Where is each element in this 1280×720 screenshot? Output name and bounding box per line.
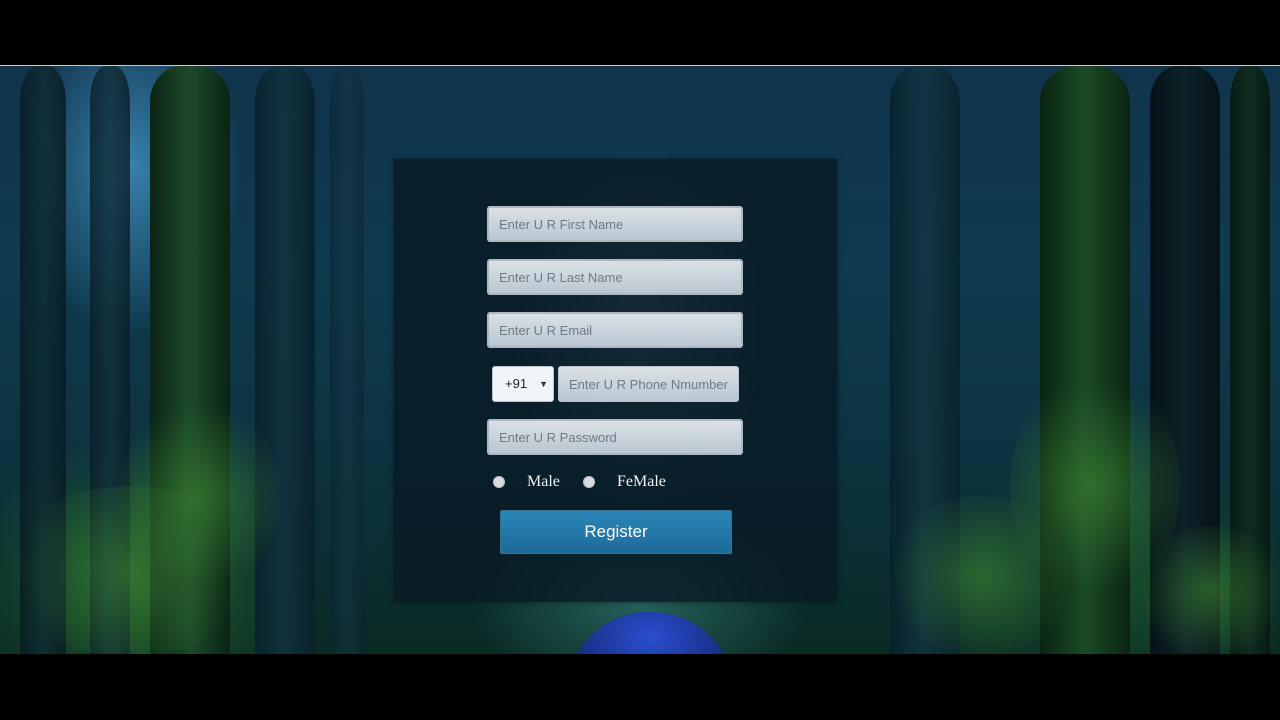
register-button[interactable]: Register: [500, 510, 732, 554]
male-radio[interactable]: [493, 476, 505, 488]
tree-trunk: [255, 66, 315, 654]
registration-form: +91 ▼ Male FeMale Register: [394, 159, 837, 602]
last-name-input[interactable]: [487, 259, 743, 295]
foliage: [880, 496, 1080, 654]
email-input[interactable]: [487, 312, 743, 348]
foliage: [0, 486, 260, 654]
bottom-letterbox: [0, 654, 1280, 720]
screen: +91 ▼ Male FeMale Register: [0, 0, 1280, 720]
gender-option-female[interactable]: FeMale: [583, 469, 666, 495]
country-code-select[interactable]: +91 ▼: [492, 366, 554, 402]
first-name-input[interactable]: [487, 206, 743, 242]
umbrella: [565, 612, 735, 654]
phone-number-input[interactable]: [558, 366, 739, 402]
password-input[interactable]: [487, 419, 743, 455]
country-code-value: +91: [505, 376, 528, 391]
female-label: FeMale: [617, 473, 666, 490]
female-radio[interactable]: [583, 476, 595, 488]
tree-trunk: [330, 66, 364, 654]
foliage: [1130, 526, 1280, 654]
gender-option-male[interactable]: Male: [493, 469, 560, 495]
chevron-down-icon: ▼: [539, 379, 548, 389]
male-label: Male: [527, 473, 560, 490]
